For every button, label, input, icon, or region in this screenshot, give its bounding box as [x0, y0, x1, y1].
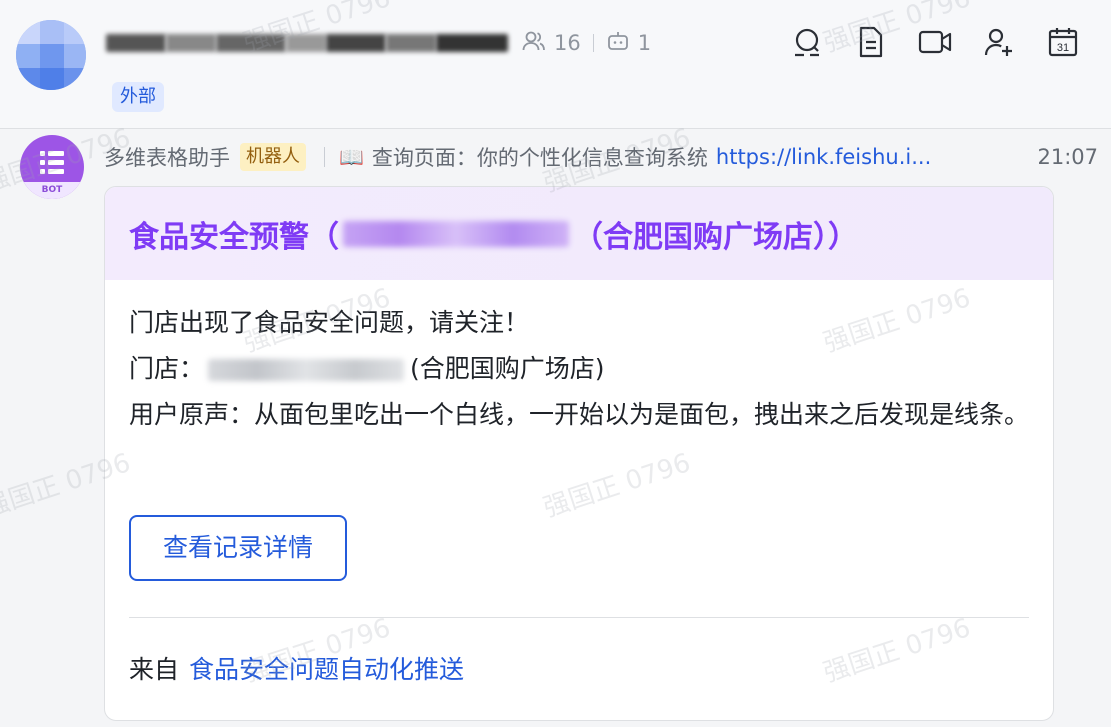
store-label: 门店：	[129, 354, 205, 383]
bot-avatar-label: BOT	[20, 182, 84, 199]
footer-source-link[interactable]: 食品安全问题自动化推送	[189, 655, 464, 684]
alert-line: 门店出现了食品安全问题，请关注！	[129, 308, 530, 337]
message-header: 多维表格助手 机器人 📖 查询页面：你的个性化信息查询系统 https://li…	[104, 140, 1104, 174]
group-name-redacted	[106, 28, 508, 58]
divider	[129, 617, 1029, 618]
member-count[interactable]: 16	[554, 31, 581, 55]
card-title: 食品安全预警（ （合肥国购广场店））	[105, 187, 1053, 280]
divider	[592, 34, 594, 52]
members-icon[interactable]	[522, 30, 554, 57]
store-name-redacted	[343, 220, 569, 247]
title-suffix: （合肥国购广场店））	[573, 219, 858, 255]
view-details-button[interactable]: 查看记录详情	[129, 515, 347, 581]
group-meta: 16 1	[522, 30, 651, 56]
topic-text: 查询页面：你的个性化信息查询系统	[371, 146, 708, 170]
alert-card: 食品安全预警（ （合肥国购广场店）） 门店出现了食品安全问题，请关注！ 门店： (…	[104, 186, 1054, 721]
external-tag: 外部	[112, 82, 164, 112]
group-avatar[interactable]	[16, 20, 86, 90]
bot-icon[interactable]	[606, 30, 638, 57]
title-prefix: 食品安全预警（	[129, 219, 339, 255]
card-body: 门店出现了食品安全问题，请关注！ 门店： (合肥国购广场店) 用户原声：从面包里吃…	[105, 280, 1053, 438]
store-branch: (合肥国购广场店)	[410, 354, 605, 383]
footer-from: 来自	[129, 655, 180, 684]
chat-header: 16 1 外部 31	[0, 0, 1111, 129]
video-icon[interactable]	[917, 24, 953, 60]
store-redacted	[208, 359, 405, 381]
sender-name[interactable]: 多维表格助手	[104, 142, 230, 172]
card-footer: 来自 食品安全问题自动化推送	[129, 647, 464, 693]
bot-avatar[interactable]: BOT	[20, 135, 84, 199]
search-icon[interactable]	[789, 24, 825, 60]
bot-tag: 机器人	[240, 143, 306, 171]
doc-icon[interactable]	[853, 24, 889, 60]
message-time: 21:07	[1037, 145, 1098, 169]
topic-link[interactable]: https://link.feishu.i...	[716, 145, 931, 169]
divider	[324, 147, 325, 167]
store-line: 门店： (合肥国购广场店)	[129, 346, 1029, 392]
feedback-text: 用户原声：从面包里吃出一个白线，一开始以为是面包，拽出来之后发现是线条。	[129, 400, 1030, 429]
calendar-icon[interactable]: 31	[1045, 24, 1081, 60]
bot-count[interactable]: 1	[638, 31, 651, 55]
chat-toolbar: 31	[789, 24, 1081, 60]
svg-text:31: 31	[1057, 42, 1069, 54]
book-icon: 📖	[339, 145, 364, 169]
add-member-icon[interactable]	[981, 24, 1017, 60]
